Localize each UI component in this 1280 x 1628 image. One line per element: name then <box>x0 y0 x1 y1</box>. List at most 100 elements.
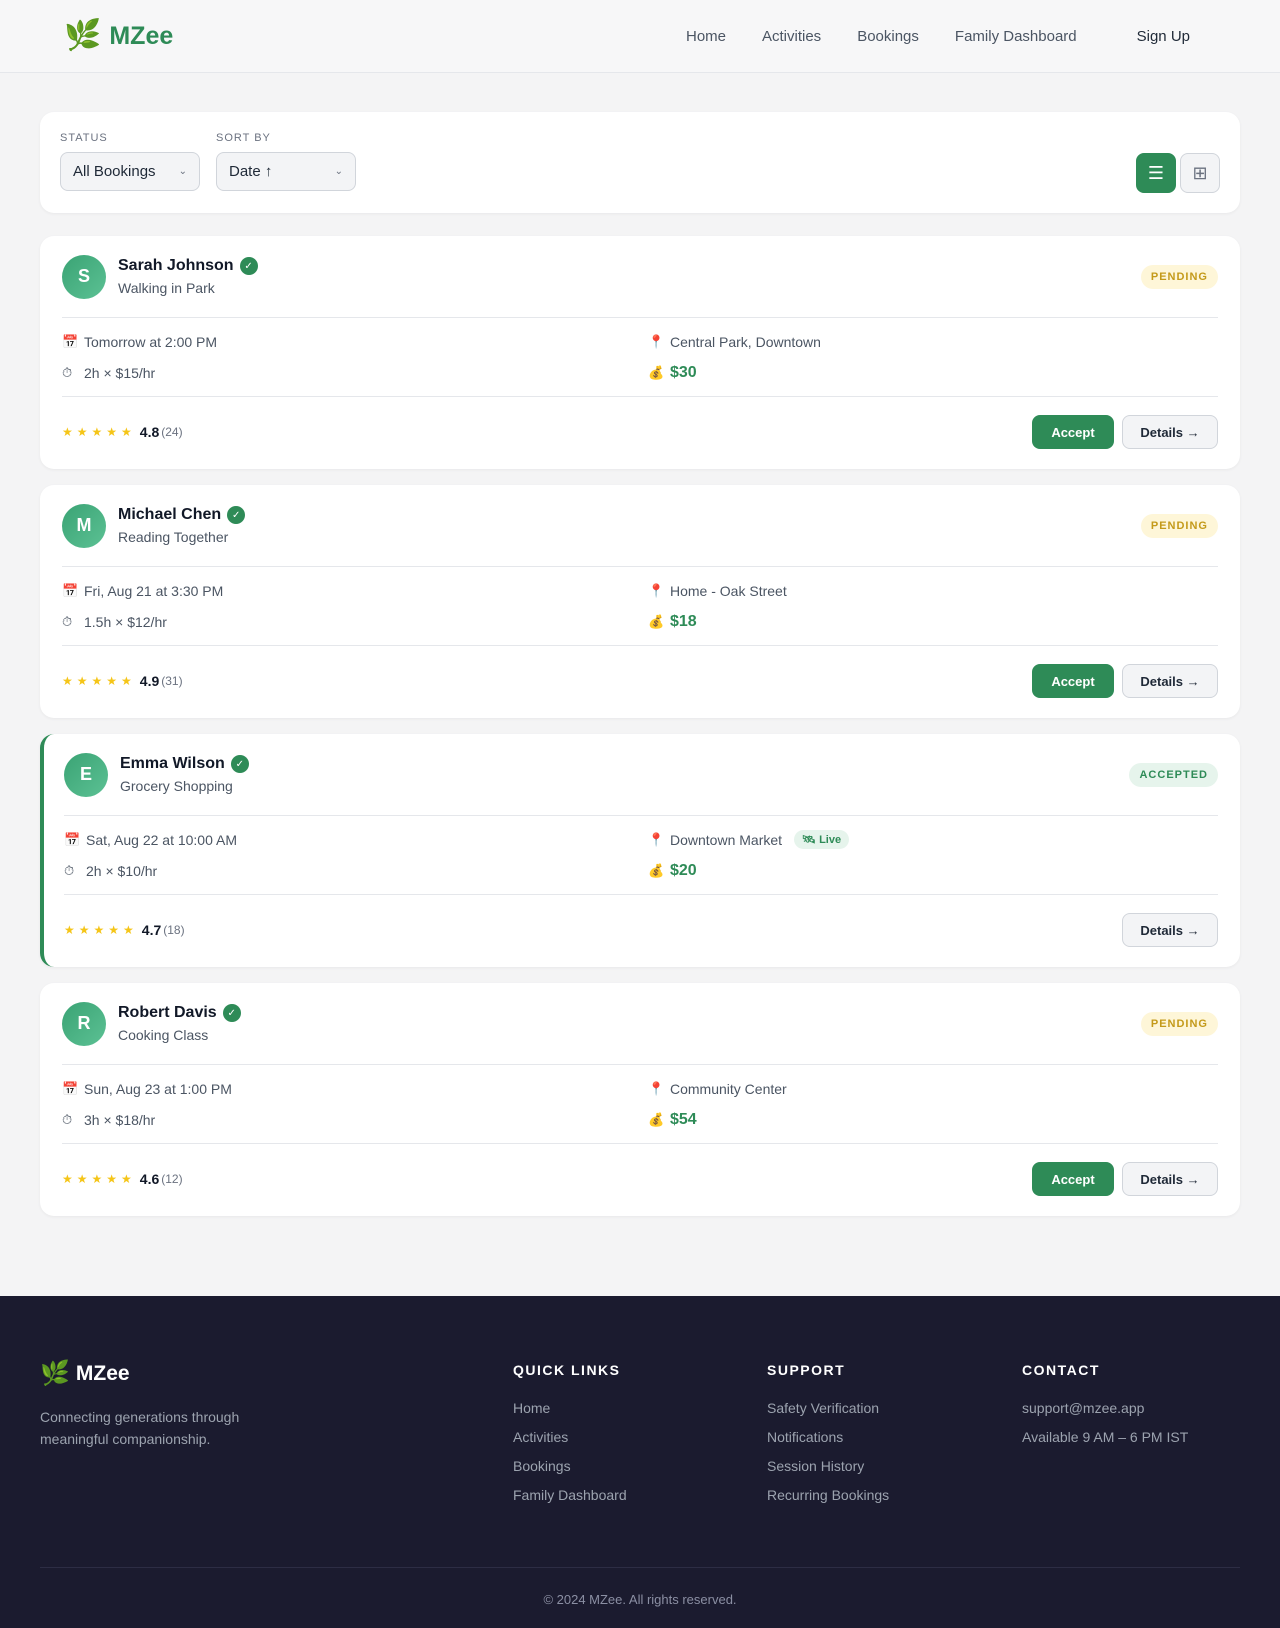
rating-count: (31) <box>161 674 183 688</box>
avatar: M <box>62 503 106 548</box>
avatar: S <box>62 254 106 299</box>
clock-icon: ⏱ <box>62 1111 73 1127</box>
location-pin-icon: 📍 <box>648 333 665 349</box>
status-badge: PENDING <box>1140 264 1218 289</box>
quick-links-heading: QUICK LINKS <box>513 1362 621 1378</box>
details-button[interactable]: Details → <box>1122 1162 1218 1196</box>
booking-card: R Robert Davis ✓ Cooking Class PENDING 📅… <box>40 983 1240 1216</box>
rating-count: (24) <box>161 425 183 439</box>
accept-button[interactable]: Accept <box>1032 1162 1114 1196</box>
footer-link-home[interactable]: Home <box>513 1400 627 1416</box>
calendar-icon: 📅 <box>62 1080 79 1096</box>
footer-link-safety-verification[interactable]: Safety Verification <box>767 1400 889 1416</box>
accept-button[interactable]: Accept <box>1032 664 1114 698</box>
quick-links-column: QUICK LINKS Home Activities Bookings Fam… <box>513 1362 627 1516</box>
location-pin-icon: 📍 <box>648 1080 665 1096</box>
list-view-button[interactable]: ☰ <box>1136 153 1176 193</box>
site-footer: 🌿 MZee Connecting generations through me… <box>0 1296 1280 1628</box>
star-rating-icon: ★★★★★ <box>64 923 138 937</box>
booking-location: Central Park, Downtown <box>670 333 821 350</box>
accept-button[interactable]: Accept <box>1032 415 1114 449</box>
filter-bar: STATUS All Bookings ⌄ SORT BY Date ↑ ⌄ ☰… <box>40 112 1240 213</box>
footer-logo-text: MZee <box>75 1362 130 1385</box>
booking-duration: 1.5h × $12/hr <box>84 613 167 630</box>
list-icon: ☰ <box>1147 162 1165 183</box>
location-pin-icon: 📍 <box>648 831 665 847</box>
status-badge: PENDING <box>1140 1011 1218 1036</box>
nav-bookings[interactable]: Bookings <box>857 28 919 45</box>
grid-view-button[interactable]: ⊞ <box>1180 153 1220 193</box>
booking-location: Home - Oak Street <box>670 582 787 599</box>
location-pin-icon: 📍 <box>648 582 665 598</box>
sort-label: SORT BY <box>216 132 271 144</box>
rating-count: (18) <box>163 923 185 937</box>
calendar-icon: 📅 <box>62 333 79 349</box>
main-nav: Home Activities Bookings Family Dashboar… <box>650 28 1216 45</box>
booking-date: Sun, Aug 23 at 1:00 PM <box>84 1080 232 1097</box>
star-rating-icon: ★★★★★ <box>62 1172 136 1186</box>
activity-name: Walking in Park <box>118 280 215 296</box>
footer-link-activities[interactable]: Activities <box>513 1429 627 1445</box>
nav-family-dashboard[interactable]: Family Dashboard <box>955 28 1077 45</box>
sort-select[interactable]: Date ↑ ⌄ <box>216 152 356 191</box>
top-header: 🌿 MZee Home Activities Bookings Family D… <box>0 0 1280 73</box>
contact-heading: CONTACT <box>1022 1362 1100 1378</box>
verified-icon: ✓ <box>239 257 258 275</box>
sort-select-value: Date ↑ <box>229 163 273 180</box>
star-rating-icon: ★★★★★ <box>62 674 136 688</box>
status-select-value: All Bookings <box>73 163 156 180</box>
booking-duration: 2h × $10/hr <box>86 862 158 879</box>
booking-duration: 3h × $18/hr <box>84 1111 156 1128</box>
clock-icon: ⏱ <box>62 364 73 380</box>
grid-icon: ⊞ <box>1192 162 1208 183</box>
footer-brand: 🌿 MZee Connecting generations through me… <box>40 1362 270 1450</box>
calendar-icon: 📅 <box>64 831 81 847</box>
verified-icon: ✓ <box>222 1004 241 1022</box>
logo[interactable]: 🌿 MZee <box>64 21 173 51</box>
rating-value: 4.6 <box>139 1171 160 1187</box>
clock-icon: ⏱ <box>64 862 75 878</box>
rating-value: 4.8 <box>139 424 160 440</box>
sort-filter: SORT BY Date ↑ ⌄ <box>216 132 356 191</box>
booking-card: E Emma Wilson ✓ Grocery Shopping ACCEPTE… <box>40 734 1240 967</box>
contact-email[interactable]: support@mzee.app <box>1022 1400 1188 1416</box>
footer-divider <box>40 1567 1240 1568</box>
footer-link-bookings[interactable]: Bookings <box>513 1458 627 1474</box>
money-bag-icon: 💰 <box>648 613 665 629</box>
footer-logo[interactable]: 🌿 MZee <box>40 1362 270 1386</box>
footer-link-session-history[interactable]: Session History <box>767 1458 889 1474</box>
rating-value: 4.9 <box>139 673 160 689</box>
leaf-icon: 🌿 <box>64 19 102 52</box>
sign-up-link[interactable]: Sign Up <box>1137 28 1190 45</box>
live-tracking-badge[interactable]: 🛰 Live <box>794 830 850 849</box>
star-rating-icon: ★★★★★ <box>62 425 136 439</box>
logo-text: MZee <box>109 21 174 50</box>
status-select[interactable]: All Bookings ⌄ <box>60 152 200 191</box>
verified-icon: ✓ <box>227 506 246 524</box>
booking-price: $30 <box>670 363 697 381</box>
booking-price: $54 <box>670 1110 697 1128</box>
nav-home[interactable]: Home <box>686 28 726 45</box>
companion-name: Michael Chen <box>118 506 222 523</box>
booking-price: $20 <box>670 861 697 879</box>
booking-location: Downtown Market <box>670 831 783 848</box>
clock-icon: ⏱ <box>62 613 73 629</box>
avatar: E <box>64 752 108 797</box>
booking-price: $18 <box>670 612 697 630</box>
booking-duration: 2h × $15/hr <box>84 364 156 381</box>
rating-count: (12) <box>161 1172 183 1186</box>
details-button[interactable]: Details → <box>1122 415 1218 449</box>
nav-activities[interactable]: Activities <box>762 28 821 45</box>
footer-link-recurring-bookings[interactable]: Recurring Bookings <box>767 1487 889 1503</box>
booking-location: Community Center <box>670 1080 787 1097</box>
verified-icon: ✓ <box>230 755 249 773</box>
booking-date: Fri, Aug 21 at 3:30 PM <box>84 582 224 599</box>
details-button[interactable]: Details → <box>1122 664 1218 698</box>
booking-card: S Sarah Johnson ✓ Walking in Park PENDIN… <box>40 236 1240 469</box>
details-button[interactable]: Details → <box>1122 913 1218 947</box>
activity-name: Grocery Shopping <box>120 778 233 794</box>
leaf-icon: 🌿 <box>40 1360 70 1387</box>
footer-link-family-dashboard[interactable]: Family Dashboard <box>513 1487 627 1503</box>
footer-link-notifications[interactable]: Notifications <box>767 1429 889 1445</box>
chevron-down-icon: ⌄ <box>334 166 343 177</box>
